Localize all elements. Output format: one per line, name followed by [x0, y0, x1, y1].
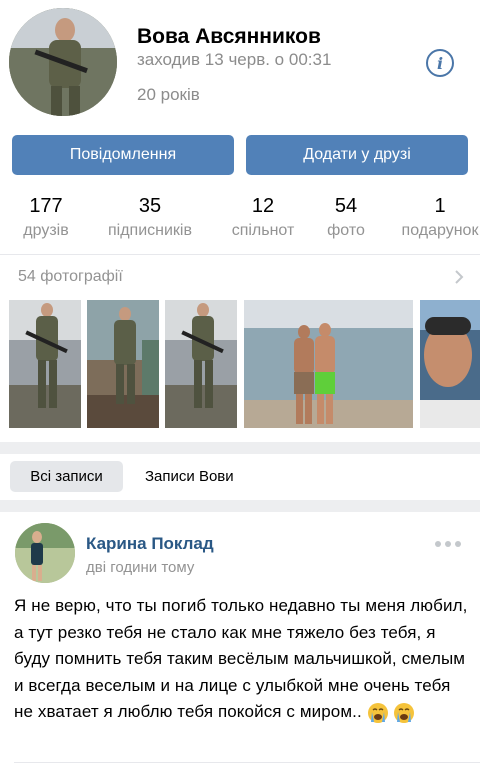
- post-text: Я не верю, что ты погиб только недавно т…: [14, 593, 474, 726]
- tab-all-posts[interactable]: Всі записи: [10, 461, 123, 492]
- post-timestamp: дві години тому: [86, 559, 195, 576]
- counter-label: друзів: [23, 222, 69, 239]
- section-separator: [0, 442, 480, 454]
- counter-value: 1: [434, 195, 446, 217]
- counter-label: подарунок: [401, 222, 479, 239]
- counter-label: підписників: [108, 222, 192, 239]
- counter-value: 35: [138, 195, 162, 217]
- profile-name: Вова Авсянников: [137, 25, 321, 48]
- counter-value: 54: [334, 195, 358, 217]
- divider: [14, 762, 480, 763]
- post-author-name[interactable]: Карина Поклад: [86, 534, 214, 554]
- counter-photos[interactable]: 54 фото: [296, 195, 396, 240]
- tab-user-posts[interactable]: Записи Вови: [145, 468, 234, 485]
- chevron-right-icon[interactable]: [454, 270, 464, 284]
- photo-thumbnail[interactable]: [244, 300, 413, 428]
- message-button[interactable]: Повідомлення: [12, 135, 234, 175]
- section-separator: [0, 500, 480, 512]
- counter-gifts[interactable]: 1 подарунок: [390, 195, 480, 240]
- divider: [0, 254, 480, 255]
- profile-avatar[interactable]: [9, 8, 117, 116]
- photo-thumbnail[interactable]: [420, 300, 480, 428]
- post-author-avatar[interactable]: [15, 523, 75, 583]
- crying-face-icon: [367, 702, 388, 723]
- profile-age: 20 років: [137, 85, 200, 104]
- more-options-icon[interactable]: [434, 540, 462, 548]
- photos-header[interactable]: 54 фотографії: [18, 268, 123, 286]
- photo-thumbnail[interactable]: [9, 300, 81, 428]
- last-seen-status: заходив 13 черв. о 00:31: [137, 50, 332, 69]
- photo-thumbnail[interactable]: [87, 300, 159, 428]
- add-friend-button[interactable]: Додати у друзі: [246, 135, 468, 175]
- counter-followers[interactable]: 35 підписників: [100, 195, 200, 240]
- profile-counters: 177 друзів 35 підписників 12 спільнот 54…: [0, 195, 480, 245]
- counter-friends[interactable]: 177 друзів: [0, 195, 96, 240]
- counter-value: 177: [29, 195, 63, 217]
- photo-thumbnail[interactable]: [165, 300, 237, 428]
- counter-label: фото: [327, 222, 365, 239]
- wall-tabs: Всі записи Записи Вови: [0, 455, 480, 499]
- crying-face-icon: [394, 702, 415, 723]
- info-icon[interactable]: i: [426, 49, 454, 77]
- profile-header: Вова Авсянников заходив 13 черв. о 00:31…: [0, 0, 480, 130]
